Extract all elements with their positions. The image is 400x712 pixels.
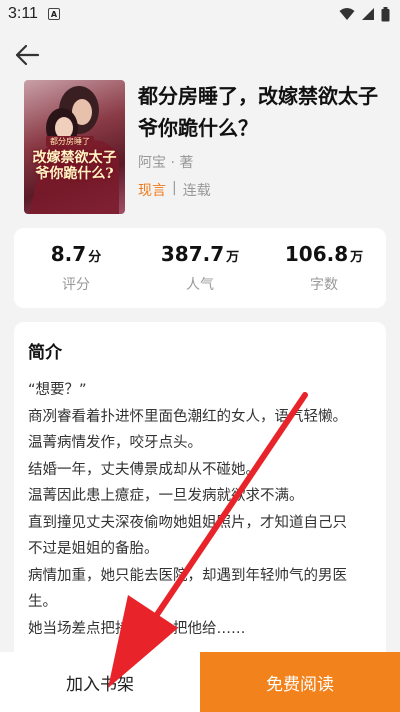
- intro-heading: 简介: [28, 343, 62, 363]
- cover-illustration: [29, 86, 119, 214]
- stat-label: 评分: [62, 277, 90, 293]
- notification-icon: A: [47, 8, 60, 20]
- stat-value: 387.7: [160, 242, 225, 266]
- book-title: 都分房睡了，改嫁禁欲太子爷你跪什么？: [138, 84, 378, 140]
- cover-tag: 都分房睡了: [46, 136, 94, 147]
- stat-value: 106.8: [284, 242, 349, 266]
- intro-card[interactable]: 简介 “想要？” 商冽睿看着扑进怀里面色潮红的女人，语气轻懒。 温菁病情发作，咬…: [14, 322, 386, 652]
- status-time: 3:11: [8, 5, 38, 22]
- book-cover[interactable]: 都分房睡了 改嫁禁欲太子爷你跪什么?: [24, 80, 125, 214]
- book-tags: 现言 | 连载: [138, 180, 211, 200]
- intro-line: “想要？”: [28, 382, 87, 398]
- book-author[interactable]: 阿宝 · 著: [138, 152, 193, 172]
- genre-tag[interactable]: 现言: [138, 180, 166, 200]
- bottom-action-bar: 加入书架 免费阅读: [0, 652, 400, 712]
- status-tag: 连载: [182, 183, 211, 199]
- stat-popularity: 387.7 万 人气: [145, 242, 255, 294]
- stat-word-count: 106.8 万 字数: [269, 242, 379, 294]
- intro-line: 不过是姐姐的备胎。: [28, 541, 159, 557]
- free-read-button[interactable]: 免费阅读: [200, 652, 400, 712]
- tag-separator: |: [172, 180, 177, 196]
- intro-line: 直到撞见丈夫深夜偷吻她姐姐照片，才知道自己只: [28, 514, 347, 531]
- intro-line: 生。: [28, 594, 57, 610]
- arrow-left-icon: [15, 44, 40, 66]
- stat-label: 字数: [310, 277, 338, 293]
- cover-title: 改嫁禁欲太子爷你跪什么?: [32, 150, 117, 182]
- stat-label: 人气: [186, 277, 214, 293]
- signal-icon: [362, 8, 374, 20]
- status-icons: [339, 6, 390, 22]
- add-to-shelf-button[interactable]: 加入书架: [0, 652, 200, 712]
- intro-line: 温菁病情发作，咬牙点头。: [28, 435, 202, 451]
- intro-line: 她当场差点把持不住，把他给……: [28, 620, 246, 637]
- status-bar: 3:11 A: [0, 0, 400, 28]
- battery-icon: [381, 6, 390, 21]
- intro-line: 商冽睿看着扑进怀里面色潮红的女人，语气轻懒。: [28, 408, 347, 425]
- intro-line: 结婚一年，丈夫傅景成却从不碰她。: [28, 461, 260, 478]
- stat-rating: 8.7 分 评分: [21, 242, 131, 294]
- intro-line: 病情加重，她只能去医院，却遇到年轻帅气的男医: [28, 567, 347, 584]
- stat-unit: 万: [350, 250, 364, 265]
- stats-card: 8.7 分 评分 387.7 万 人气 106.8 万 字数: [14, 228, 386, 308]
- stat-unit: 分: [88, 250, 102, 265]
- stat-unit: 万: [226, 250, 240, 265]
- back-button[interactable]: [12, 40, 42, 70]
- intro-line: 温菁因此患上癔症，一旦发病就欲求不满。: [28, 488, 304, 504]
- stat-value: 8.7: [50, 242, 87, 266]
- wifi-icon: [339, 8, 355, 20]
